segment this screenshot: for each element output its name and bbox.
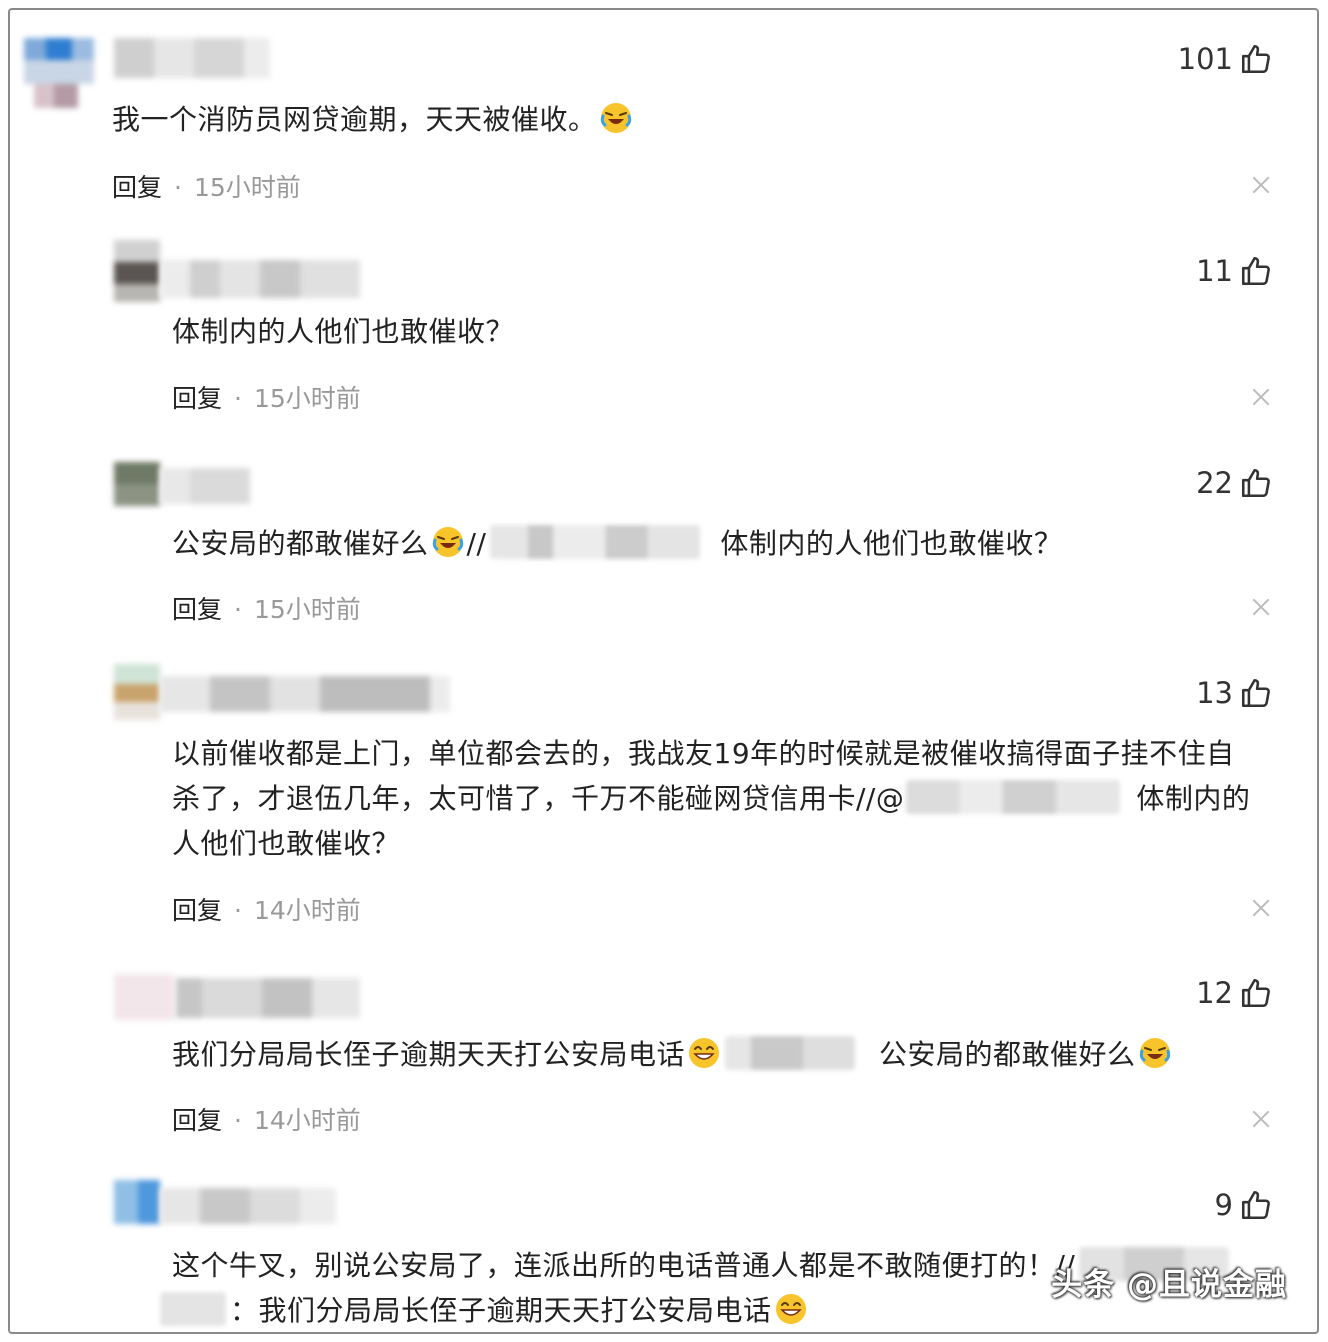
thumbs-up-icon [1241, 978, 1270, 1008]
close-icon[interactable] [1250, 174, 1272, 196]
like-count: 13 [1196, 676, 1233, 710]
like-button[interactable]: 11 [1196, 254, 1273, 288]
like-button[interactable]: 9 [1215, 1188, 1273, 1222]
close-icon[interactable] [1250, 897, 1272, 919]
username-blurred[interactable] [160, 676, 450, 712]
username-blurred[interactable] [176, 978, 360, 1018]
close-icon[interactable] [1250, 386, 1272, 408]
thumbs-up-icon [1241, 468, 1270, 498]
username-blurred[interactable] [160, 468, 250, 504]
like-count: 12 [1196, 976, 1233, 1010]
reply-button[interactable]: 回复 [172, 595, 222, 624]
comment-meta: 回复 · 15小时前 [172, 595, 361, 624]
mention-blurred[interactable] [160, 1292, 226, 1326]
comment-meta: 回复 · 14小时前 [172, 896, 361, 925]
like-count: 22 [1196, 466, 1233, 500]
watermark: 头条 @且说金融 [1051, 1267, 1287, 1303]
avatar[interactable] [114, 462, 160, 506]
like-button[interactable]: 101 [1178, 42, 1273, 76]
avatar[interactable] [114, 1180, 160, 1224]
comment-meta: 回复 · 15小时前 [172, 384, 361, 413]
thumbs-up-icon [1241, 44, 1270, 74]
comment-text: 我们分局局长侄子逾期天天打公安局电话 公安局的都敢催好么 [172, 1033, 1174, 1077]
mention-blurred[interactable] [490, 525, 701, 559]
comment-text: 体制内的人他们也敢催收？ [172, 315, 515, 348]
comment-text-line: 人他们也敢催收？ [172, 827, 401, 860]
avatar[interactable] [114, 240, 160, 302]
like-count: 9 [1214, 1188, 1233, 1222]
timestamp: 15小时前 [193, 173, 301, 202]
comment-list: 101 我一个消防员网贷逾期，天天被催收。 回复 · 15小时前 11 体制内的人他… [8, 8, 1319, 1334]
like-button[interactable]: 22 [1196, 466, 1273, 500]
close-icon[interactable] [1250, 1108, 1272, 1130]
avatar[interactable] [114, 974, 174, 1020]
laugh-cry-emoji-icon [1138, 1036, 1172, 1070]
comment-meta: 回复 · 15小时前 [112, 173, 301, 202]
reply-button[interactable]: 回复 [172, 896, 222, 925]
like-button[interactable]: 12 [1196, 976, 1273, 1010]
thumbs-up-icon [1241, 256, 1270, 286]
laugh-cry-emoji-icon [431, 525, 465, 559]
laugh-cry-emoji-icon [599, 101, 633, 135]
comment-text-line: 以前催收都是上门，单位都会去的，我战友19年的时候就是被催收搞得面子挂不住自 [172, 737, 1235, 770]
thumbs-up-icon [1241, 1190, 1270, 1220]
comment-text: 公安局的都敢催好么//体制内的人他们也敢催收？ [172, 525, 1063, 560]
thumbs-up-icon [1241, 678, 1270, 708]
comment-meta: 回复 · 14小时前 [172, 1106, 361, 1135]
username-blurred[interactable] [160, 260, 360, 298]
mention-blurred[interactable] [725, 1036, 856, 1070]
like-count: 101 [1177, 42, 1233, 76]
username-blurred[interactable] [160, 1188, 336, 1224]
comment-text-line: ：我们分局局长侄子逾期天天打公安局电话 [160, 1289, 810, 1332]
timestamp: 14小时前 [253, 896, 361, 925]
comment-text: 我一个消防员网贷逾期，天天被催收。 [112, 98, 635, 142]
like-button[interactable]: 13 [1196, 676, 1273, 710]
close-icon[interactable] [1250, 596, 1272, 618]
reply-button[interactable]: 回复 [172, 1106, 222, 1135]
username-blurred[interactable] [114, 38, 270, 78]
avatar[interactable] [114, 664, 160, 720]
reply-button[interactable]: 回复 [172, 384, 222, 413]
comment-text-line: 杀了，才退伍几年，太可惜了，千万不能碰网贷信用卡//@ 体制内的 [172, 780, 1251, 815]
grin-emoji-icon [774, 1292, 808, 1326]
mention-blurred[interactable] [906, 780, 1121, 814]
grin-emoji-icon [687, 1036, 721, 1070]
timestamp: 15小时前 [253, 595, 361, 624]
like-count: 11 [1196, 254, 1233, 288]
avatar[interactable] [24, 38, 94, 108]
timestamp: 14小时前 [253, 1106, 361, 1135]
timestamp: 15小时前 [253, 384, 361, 413]
reply-button[interactable]: 回复 [112, 173, 162, 202]
